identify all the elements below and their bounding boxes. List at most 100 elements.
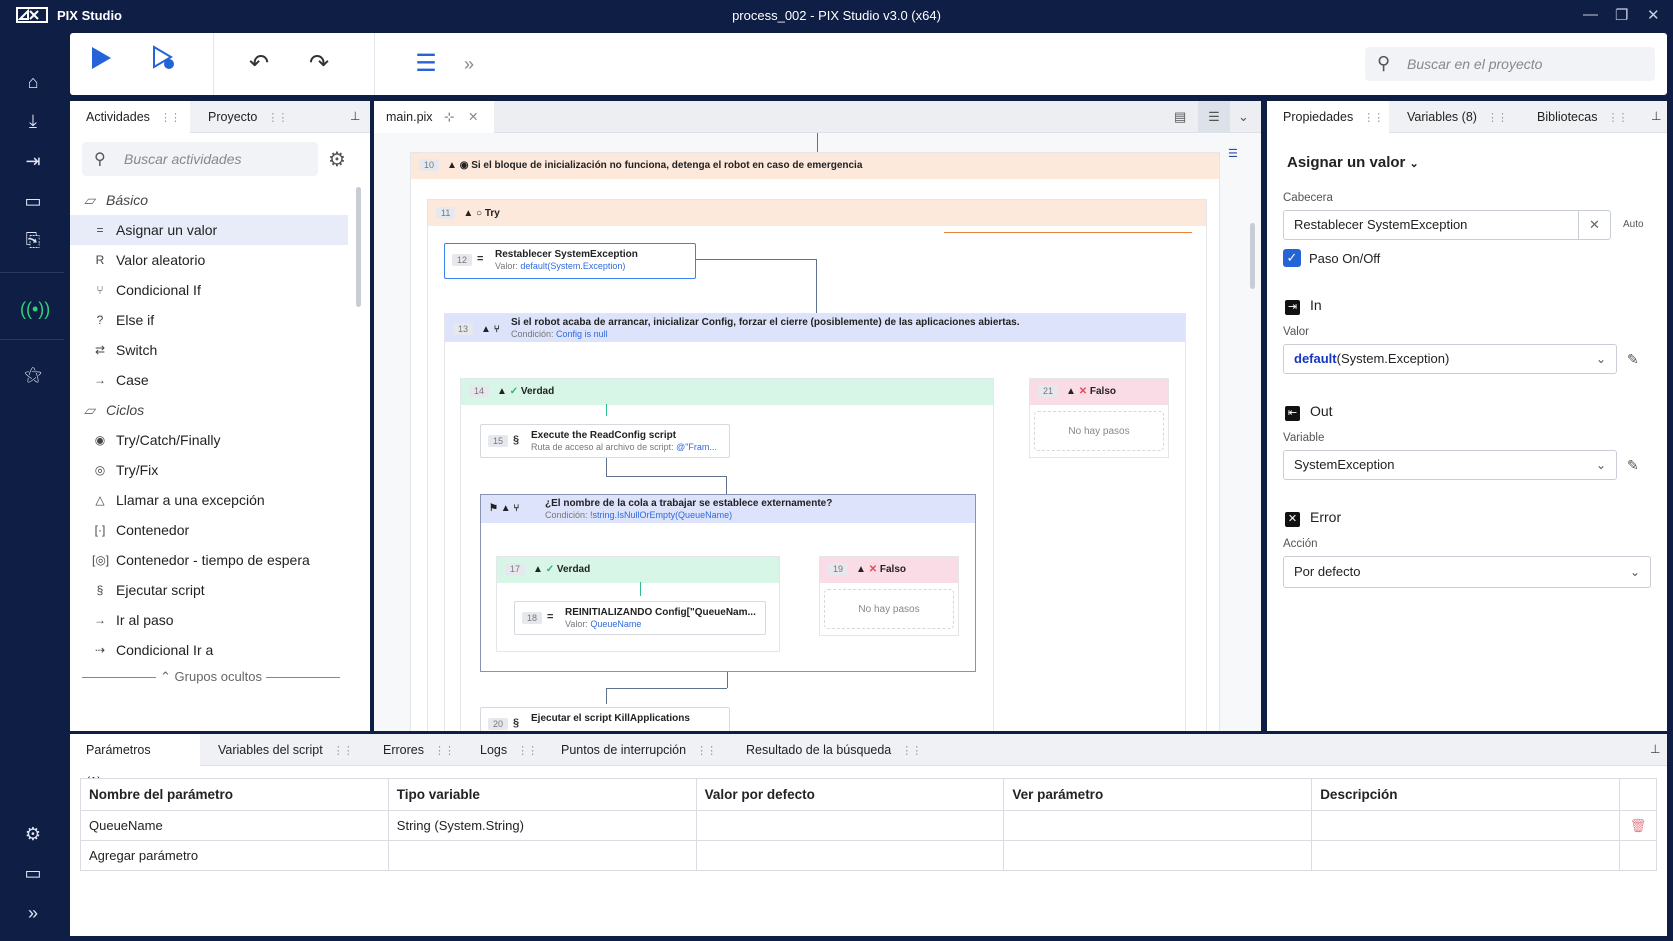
split-icon[interactable]: ⊹ xyxy=(444,110,454,124)
home-icon[interactable]: ⌂ xyxy=(20,69,46,95)
activity-item[interactable]: ◉ Try/Catch/Finally xyxy=(70,425,348,455)
add-parameter-row[interactable]: Agregar parámetro xyxy=(80,840,1658,871)
tab-project[interactable]: Proyecto ⋮⋮ xyxy=(192,101,299,133)
console-icon[interactable]: ▭ xyxy=(20,860,46,886)
clear-icon[interactable]: ✕ xyxy=(1578,211,1610,239)
edit-variable-icon[interactable]: ✎ xyxy=(1627,457,1639,474)
equals-icon: = xyxy=(547,611,554,623)
step-18[interactable]: 18 = REINITIALIZANDO Config["QueueNam...… xyxy=(514,601,766,635)
settings-icon[interactable]: ⚙ xyxy=(20,821,46,847)
activity-item[interactable]: ⇢ Condicional Ir a xyxy=(70,635,348,665)
plugins-icon[interactable]: ⚝ xyxy=(20,361,46,387)
activity-item[interactable]: ⑂ Condicional If xyxy=(70,275,348,305)
activity-item[interactable]: § Ejecutar script xyxy=(70,575,348,605)
properties-panel: Propiedades ⋮⋮ Variables (8) ⋮⋮ Biblioteca… xyxy=(1267,101,1667,731)
activities-scrollbar[interactable] xyxy=(356,187,361,307)
bottom-panel: Parámetros (1)⋮⋮ Variables del script⋮⋮ … xyxy=(70,734,1667,936)
timer-container-icon: [◎] xyxy=(92,553,110,567)
activity-item[interactable]: R Valor aleatorio xyxy=(70,245,348,275)
block-19-false-branch[interactable]: 19 ▲ ✕ Falso No hay pasos xyxy=(819,556,959,636)
undo-button[interactable]: ↶ xyxy=(240,45,278,83)
activity-item[interactable]: → Case xyxy=(70,365,348,395)
header-input[interactable]: Restablecer SystemException ✕ xyxy=(1283,210,1611,240)
param-type-cell[interactable]: String (System.String) xyxy=(387,810,697,841)
pin-icon[interactable]: ⊥ xyxy=(1650,742,1660,756)
edit-value-icon[interactable]: ✎ xyxy=(1627,351,1639,368)
warning-icon: △ xyxy=(95,493,105,507)
tab-properties[interactable]: Propiedades ⋮⋮ xyxy=(1267,101,1389,133)
action-select[interactable]: Por defecto ⌄ xyxy=(1283,556,1651,588)
close-tab-icon[interactable]: ✕ xyxy=(468,110,478,124)
import-icon[interactable]: ⇥ xyxy=(20,148,46,174)
param-default-cell[interactable] xyxy=(695,810,1005,841)
activity-item[interactable]: [·] Contenedor xyxy=(70,515,348,545)
checklist-button[interactable]: ☰ xyxy=(407,45,445,83)
value-field[interactable]: default(System.Exception) ⌄ xyxy=(1283,344,1617,374)
search-icon: ⚲ xyxy=(94,151,106,168)
run-button[interactable] xyxy=(82,45,120,83)
collapse-all-icon[interactable]: ☰ xyxy=(1228,147,1238,160)
activities-search[interactable]: ⚲ Buscar actividades xyxy=(82,142,318,176)
bottom-tabstrip: Parámetros (1)⋮⋮ Variables del script⋮⋮ … xyxy=(70,734,1667,789)
variable-label: Variable xyxy=(1283,432,1325,444)
error-section: ✕ Error xyxy=(1285,509,1341,527)
chevron-down-icon[interactable]: ⌄ xyxy=(1238,109,1249,125)
variable-field[interactable]: SystemException ⌄ xyxy=(1283,450,1617,480)
activity-type-dropdown[interactable]: Asignar un valor ⌄ xyxy=(1287,154,1419,171)
new-file-icon[interactable]: ⎘ xyxy=(20,227,46,253)
tab-logs[interactable]: Logs ⋮⋮ xyxy=(464,734,549,766)
table-row[interactable]: QueueName String (System.String) 🗑 xyxy=(80,810,1658,841)
tab-parameters[interactable]: Parámetros (1)⋮⋮ xyxy=(70,734,200,789)
maximize-button[interactable]: ❐ xyxy=(1615,6,1628,24)
tab-variables[interactable]: Variables (8) ⋮⋮ xyxy=(1391,101,1519,133)
auto-button[interactable]: Auto xyxy=(1623,219,1644,230)
step-20[interactable]: 20 § Ejecutar el script KillApplications xyxy=(480,707,730,731)
activity-item[interactable]: [◎] Contenedor - tiempo de espera xyxy=(70,545,348,575)
add-parameter-cell[interactable]: Agregar parámetro xyxy=(80,840,389,871)
activity-item[interactable]: ◎ Try/Fix xyxy=(70,455,348,485)
step-toggle-checkbox[interactable]: ✓ xyxy=(1283,249,1301,267)
trash-icon[interactable]: 🗑 xyxy=(1618,810,1658,841)
tab-libraries[interactable]: Bibliotecas ⋮⋮ xyxy=(1521,101,1639,133)
expand-rail-icon[interactable]: » xyxy=(20,900,46,926)
debug-run-button[interactable] xyxy=(145,45,183,83)
param-description-cell[interactable] xyxy=(1311,810,1620,841)
tab-activities[interactable]: Actividades ⋮⋮ xyxy=(70,101,190,133)
close-window-button[interactable]: ✕ xyxy=(1647,6,1660,24)
tab-breakpoints[interactable]: Puntos de interrupción ⋮⋮ xyxy=(545,734,728,766)
project-search[interactable]: ⚲ Buscar en el proyecto xyxy=(1365,47,1655,81)
broadcast-icon[interactable]: ((•)) xyxy=(20,296,50,322)
tab-search-results[interactable]: Resultado de la búsqueda ⋮⋮ xyxy=(730,734,933,766)
step-15[interactable]: 15 § Execute the ReadConfig script Ruta … xyxy=(480,424,730,458)
activity-item[interactable]: ⇄ Switch xyxy=(70,335,348,365)
gear-icon[interactable]: ⚙ xyxy=(328,147,346,172)
chevron-down-icon: ⌄ xyxy=(1595,458,1606,472)
layout-icon[interactable]: ▤ xyxy=(1174,109,1186,125)
editor-scrollbar[interactable] xyxy=(1250,223,1255,289)
minimize-button[interactable]: — xyxy=(1583,6,1598,23)
more-tools-icon[interactable]: » xyxy=(450,45,488,83)
activity-item[interactable]: ? Else if xyxy=(70,305,348,335)
param-view-cell[interactable] xyxy=(1003,810,1313,841)
structure-view-icon[interactable]: ☰ xyxy=(1198,101,1230,133)
tab-errors[interactable]: Errores ⋮⋮ xyxy=(367,734,466,766)
flag-icon: ⚑ ▲ ⑂ xyxy=(489,503,520,514)
activity-item[interactable]: → Ir al paso xyxy=(70,605,348,635)
activity-item[interactable]: = Asignar un valor xyxy=(70,215,348,245)
tab-script-variables[interactable]: Variables del script ⋮⋮ xyxy=(202,734,365,766)
folder-open-icon[interactable]: ▭ xyxy=(20,188,46,214)
param-name-cell[interactable]: QueueName xyxy=(80,810,389,841)
tab-main-pix[interactable]: main.pix ⊹ ✕ xyxy=(374,101,494,133)
conditional-goto-icon: ⇢ xyxy=(94,643,106,657)
redo-button[interactable]: ↷ xyxy=(300,45,338,83)
chevron-down-icon: ⌄ xyxy=(1629,565,1640,579)
hidden-groups-toggle[interactable]: ⌃ Grupos ocultos xyxy=(82,669,340,685)
pin-icon[interactable]: ⊥ xyxy=(350,109,360,123)
fix-icon: ◎ xyxy=(94,463,106,477)
step-12[interactable]: 12 = Restablecer SystemException Valor: … xyxy=(444,243,696,279)
pin-icon[interactable]: ⊥ xyxy=(1651,109,1661,123)
download-icon[interactable]: ⤓ xyxy=(20,108,46,134)
folder-icon: ▱ xyxy=(84,402,95,418)
activity-item[interactable]: △ Llamar a una excepción xyxy=(70,485,348,515)
block-21-false-branch[interactable]: 21 ▲ ✕ Falso No hay pasos xyxy=(1029,378,1169,458)
